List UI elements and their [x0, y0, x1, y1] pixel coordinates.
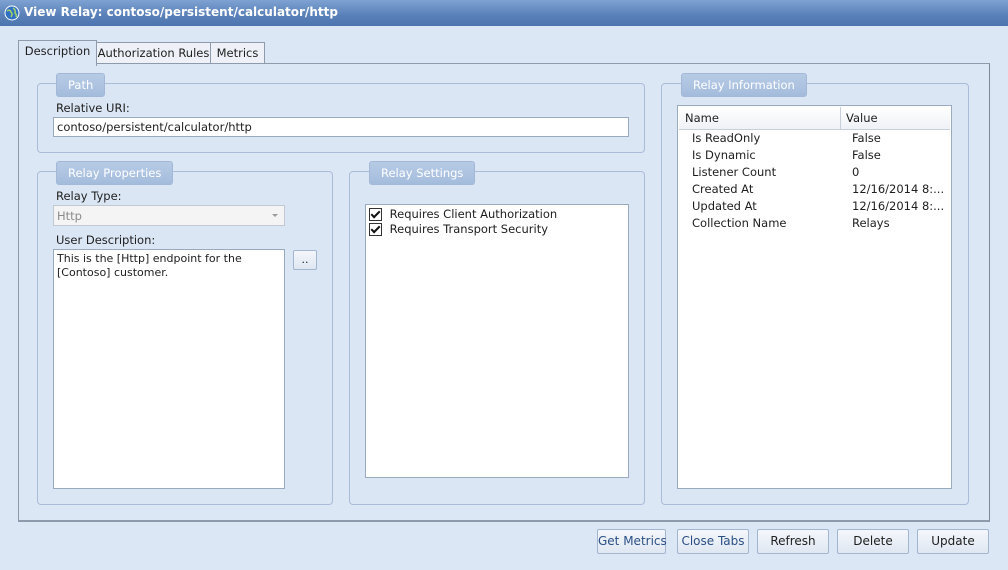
chevron-down-icon: [272, 214, 278, 217]
tab-authorization-rules[interactable]: Authorization Rules: [95, 42, 212, 65]
title-bar: View Relay: contoso/persistent/calculato…: [0, 0, 1008, 26]
row-name: Is Dynamic: [692, 148, 756, 162]
grid-header-row: Name Value: [679, 107, 950, 130]
user-description-label: User Description:: [56, 233, 156, 247]
globe-icon: [4, 5, 20, 21]
relative-uri-label: Relative URI:: [56, 101, 130, 115]
row-value: 0: [852, 165, 860, 179]
grid-body: Is ReadOnly False Is Dynamic False Liste…: [678, 130, 951, 240]
setting-label: Requires Client Authorization: [389, 207, 558, 221]
get-metrics-button[interactable]: Get Metrics: [597, 529, 667, 554]
relay-settings-header: Relay Settings: [369, 161, 476, 185]
relay-information-grid: Name Value Is ReadOnly False Is Dynamic …: [677, 105, 952, 489]
relay-type-select[interactable]: Http: [53, 205, 285, 226]
checkbox-transport-security[interactable]: [369, 223, 382, 236]
checkbox-client-authorization[interactable]: [369, 208, 382, 221]
relay-type-value: Http: [57, 209, 82, 223]
row-name: Listener Count: [692, 165, 777, 179]
refresh-button[interactable]: Refresh: [757, 529, 829, 554]
column-header-value[interactable]: Value: [846, 111, 878, 125]
row-value: 12/16/2014 8:...: [852, 199, 945, 213]
row-value: False: [852, 131, 881, 145]
window-title: View Relay: contoso/persistent/calculato…: [24, 5, 338, 19]
column-header-name[interactable]: Name: [685, 111, 719, 125]
table-row[interactable]: Listener Count 0: [678, 164, 951, 181]
delete-button[interactable]: Delete: [837, 529, 909, 554]
relay-information-header: Relay Information: [681, 73, 807, 97]
table-row[interactable]: Created At 12/16/2014 8:...: [678, 181, 951, 198]
row-value: Relays: [852, 216, 890, 230]
row-name: Collection Name: [692, 216, 787, 230]
row-value: 12/16/2014 8:...: [852, 182, 945, 196]
user-description-textarea[interactable]: This is the [Http] endpoint for the [Con…: [53, 249, 285, 489]
update-button[interactable]: Update: [917, 529, 989, 554]
edit-description-button[interactable]: ..: [293, 250, 317, 270]
table-row[interactable]: Is ReadOnly False: [678, 130, 951, 147]
setting-transport-security[interactable]: Requires Transport Security: [369, 221, 624, 238]
relay-settings-checklist: Requires Client Authorization Requires T…: [365, 204, 629, 478]
row-name: Is ReadOnly: [692, 131, 761, 145]
column-divider[interactable]: [840, 107, 841, 130]
path-group-header: Path: [56, 73, 106, 97]
setting-label: Requires Transport Security: [389, 222, 549, 236]
row-name: Created At: [692, 182, 754, 196]
row-name: Updated At: [692, 199, 757, 213]
relay-type-label: Relay Type:: [56, 189, 122, 203]
relative-uri-value: contoso/persistent/calculator/http: [57, 120, 252, 134]
tab-description[interactable]: Description: [18, 40, 97, 66]
table-row[interactable]: Collection Name Relays: [678, 215, 951, 232]
tab-metrics[interactable]: Metrics: [210, 42, 265, 65]
relay-properties-header: Relay Properties: [56, 161, 174, 185]
relative-uri-input[interactable]: contoso/persistent/calculator/http: [53, 117, 629, 137]
table-row[interactable]: Updated At 12/16/2014 8:...: [678, 198, 951, 215]
row-value: False: [852, 148, 881, 162]
table-row[interactable]: Is Dynamic False: [678, 147, 951, 164]
close-tabs-button[interactable]: Close Tabs: [677, 529, 749, 554]
